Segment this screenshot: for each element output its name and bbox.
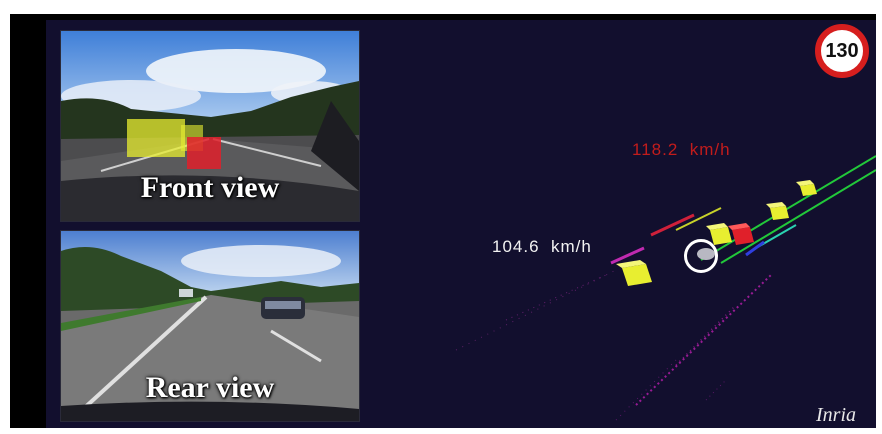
ego-vehicle-marker-icon: [684, 239, 718, 273]
tracked-vehicles: [616, 180, 817, 286]
tracked-vehicle-box: [796, 180, 817, 196]
tracking-visualization: [455, 155, 876, 421]
video-frame: Front view Rear view 104.6 km/h 118.2 km…: [0, 0, 882, 434]
front-camera-panel: Front view: [60, 30, 360, 222]
screen-area: Front view Rear view 104.6 km/h 118.2 km…: [10, 14, 876, 428]
lane-lines: [700, 155, 876, 264]
rear-view-label: Rear view: [145, 371, 275, 404]
front-view-label: Front view: [140, 171, 280, 204]
tracked-vehicle-box: [616, 260, 652, 286]
ego-speed-readout: 104.6 km/h: [492, 237, 592, 256]
speed-limit-value: 130: [825, 39, 859, 62]
brand-logo: Inria: [816, 404, 856, 426]
speed-limit-sign-icon: 130: [815, 24, 869, 78]
tracked-vehicle-box: [766, 202, 789, 220]
rear-camera-panel: Rear view: [60, 230, 360, 422]
lead-vehicle-speed-readout: 118.2 km/h: [632, 140, 731, 159]
scene-canvas: Front view Rear view 104.6 km/h 118.2 km…: [46, 20, 876, 428]
